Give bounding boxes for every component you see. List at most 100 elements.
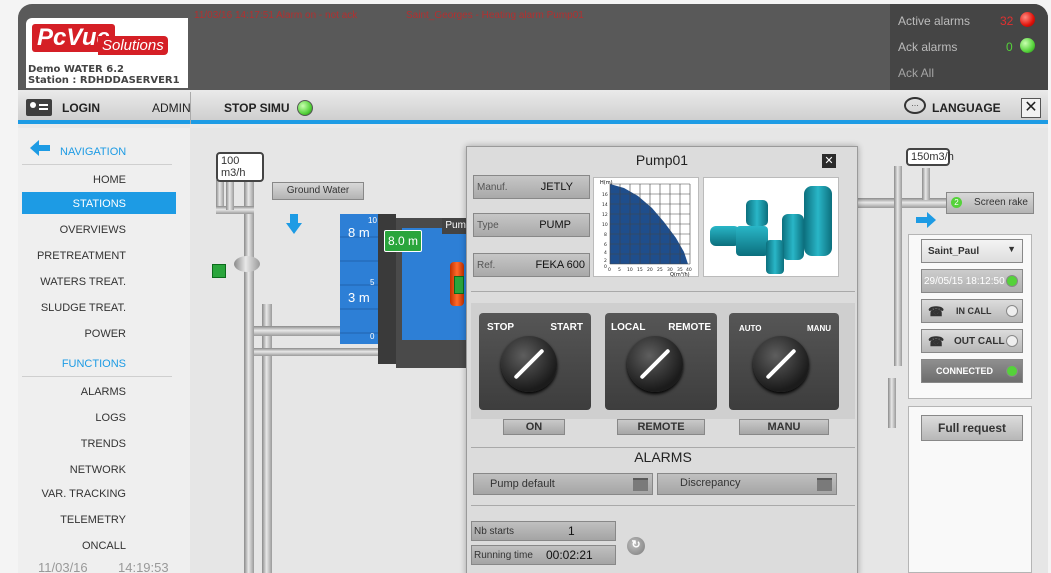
nav-oncall[interactable]: ONCALL (82, 540, 126, 552)
curve-xtick: 25 (657, 267, 663, 273)
nav-pretreatment[interactable]: PRETREATMENT (37, 250, 126, 262)
out-call-led-icon (1006, 335, 1018, 347)
pipe (262, 304, 272, 573)
nav-power[interactable]: POWER (84, 328, 126, 340)
manuf-value: JETLY (540, 181, 573, 193)
nb-starts-field: Nb starts 1 (471, 521, 616, 541)
active-alarms-label: Active alarms (898, 14, 971, 28)
switch3-left-label: AUTO (739, 324, 762, 333)
out-call-button[interactable]: ☎ OUT CALL (921, 329, 1023, 353)
switch3-knob-icon[interactable] (753, 336, 809, 392)
vessel-small (746, 200, 768, 226)
nav-divider (22, 376, 172, 377)
banner-time: 11/03/16 14:17:51 Alarm on - not ack (194, 10, 358, 21)
curve-ytick: 16 (602, 192, 608, 198)
header: PcVue Solutions Demo WATER 6.2 Station :… (18, 4, 1048, 90)
datetime-value: 29/05/15 18:12:50 (924, 276, 1005, 287)
chevron-down-icon: ▼ (1007, 244, 1016, 254)
request-panel: Full request (908, 406, 1032, 573)
vessel-tiny (766, 240, 784, 274)
footer-time: 14:19:53 (118, 560, 169, 573)
valve-status-icon[interactable] (212, 264, 226, 278)
curve-ytick: 0 (604, 264, 607, 270)
flow-out-meter[interactable]: 150m3/h (906, 148, 954, 166)
curve-xtick: 30 (667, 267, 673, 273)
nb-starts-value: 1 (568, 524, 575, 538)
divider (471, 447, 855, 448)
functions-header: FUNCTIONS (61, 358, 126, 370)
out-call-label: OUT CALL (954, 336, 1005, 347)
nav-waters-treat[interactable]: WATERS TREAT. (40, 276, 126, 288)
nav-home[interactable]: HOME (93, 174, 126, 186)
vessel-medium (782, 214, 804, 260)
phone-in-icon: ☎ (928, 304, 945, 319)
current-user: ADMIN (152, 101, 191, 115)
switch1-left-label: STOP (487, 322, 515, 333)
language-button[interactable]: LANGUAGE (932, 101, 1001, 115)
screen-rake-num: 2 (951, 197, 962, 208)
running-time-label: Running time (474, 550, 533, 561)
pipe (922, 168, 930, 200)
nav-logs[interactable]: LOGS (95, 412, 126, 424)
active-alarms-led-icon (1020, 12, 1035, 27)
ground-water-button[interactable]: Ground Water (272, 182, 364, 200)
screen-rake-label: Screen rake (974, 197, 1028, 208)
in-call-button[interactable]: ☎ IN CALL (921, 299, 1023, 323)
local-remote-switch[interactable]: LOCAL REMOTE (605, 313, 717, 410)
switch1-right-label: START (550, 322, 583, 333)
manuf-label: Manuf. (477, 182, 508, 193)
nav-network[interactable]: NETWORK (70, 464, 126, 476)
start-stop-switch[interactable]: STOP START (479, 313, 591, 410)
ack-all-button[interactable]: Ack All (898, 66, 934, 80)
nav-telemetry[interactable]: TELEMETRY (60, 514, 126, 526)
pump-dialog: Pump01 ✕ Manuf. JETLY Type PUMP Ref. FEK… (466, 146, 858, 573)
phone-out-icon: ☎ (928, 334, 945, 349)
switch2-left-label: LOCAL (611, 322, 646, 333)
nav-var-tracking[interactable]: VAR. TRACKING (41, 488, 126, 500)
screen-rake-button[interactable]: 2 Screen rake (946, 192, 1034, 214)
reset-counter-icon[interactable]: ↻ (627, 537, 645, 555)
curve-ytick: 2 (604, 258, 607, 264)
nb-starts-label: Nb starts (474, 526, 515, 537)
back-arrow-icon[interactable] (30, 140, 50, 156)
alarm1-label: Pump default (490, 478, 555, 490)
tank-scale-8m: 8 m (348, 225, 370, 240)
login-button[interactable]: LOGIN (62, 101, 100, 115)
nav-sludge-treat[interactable]: SLUDGE TREAT. (41, 302, 126, 314)
station-select[interactable]: Saint_Paul ▼ (921, 239, 1023, 263)
station-name: Station : RDHDDASERVER1 (28, 75, 180, 86)
nav-alarms[interactable]: ALARMS (81, 386, 126, 398)
login-icon[interactable] (26, 99, 52, 116)
nav-divider (22, 164, 172, 165)
curve-ytick: 8 (604, 232, 607, 238)
switch1-knob-icon[interactable] (501, 336, 557, 392)
stop-simu-button[interactable]: STOP SIMU (224, 101, 290, 115)
close-button[interactable]: ✕ (1021, 98, 1041, 118)
curve-ytick: 6 (604, 242, 607, 248)
alarm-banner[interactable]: 11/03/16 14:17:51 Alarm on - not ack Sai… (190, 4, 890, 90)
nav-overviews[interactable]: OVERVIEWS (60, 224, 126, 236)
station-panel: Saint_Paul ▼ 29/05/15 18:12:50 ☎ IN CALL… (908, 234, 1032, 399)
dialog-close-button[interactable]: ✕ (822, 154, 836, 168)
full-request-button[interactable]: Full request (921, 415, 1023, 441)
connected-led-icon (1006, 365, 1018, 377)
switch2-knob-icon[interactable] (627, 336, 683, 392)
nav-stations[interactable]: STATIONS (73, 198, 126, 210)
app-version: Demo WATER 6.2 (28, 64, 124, 75)
tank-scale-3m: 3 m (348, 290, 370, 305)
curve-xtick: 5 (618, 267, 621, 273)
auto-manu-switch[interactable]: AUTO MANU (729, 313, 839, 410)
tank-scale-5: 5 (370, 278, 375, 287)
tank-level-value: 8.0 m (384, 230, 422, 252)
nav-trends[interactable]: TRENDS (81, 438, 126, 450)
pump-status-icon (454, 276, 464, 294)
banner-message: Saint_Georges - Heating alarm Pump01 (406, 10, 584, 21)
pipe (894, 166, 902, 366)
curve-ytick: 4 (604, 250, 607, 256)
language-icon[interactable]: … (904, 97, 926, 114)
switch3-right-label: MANU (807, 324, 831, 333)
curve-ylabel: H(m) (600, 180, 613, 186)
pump-curve: H(m) Q(m³/h) 16 14 12 10 8 6 4 2 0 0 5 1… (593, 177, 699, 278)
alarms-section-title: ALARMS (634, 449, 692, 465)
flow-in-meter[interactable]: 100 m3/h (216, 152, 264, 182)
